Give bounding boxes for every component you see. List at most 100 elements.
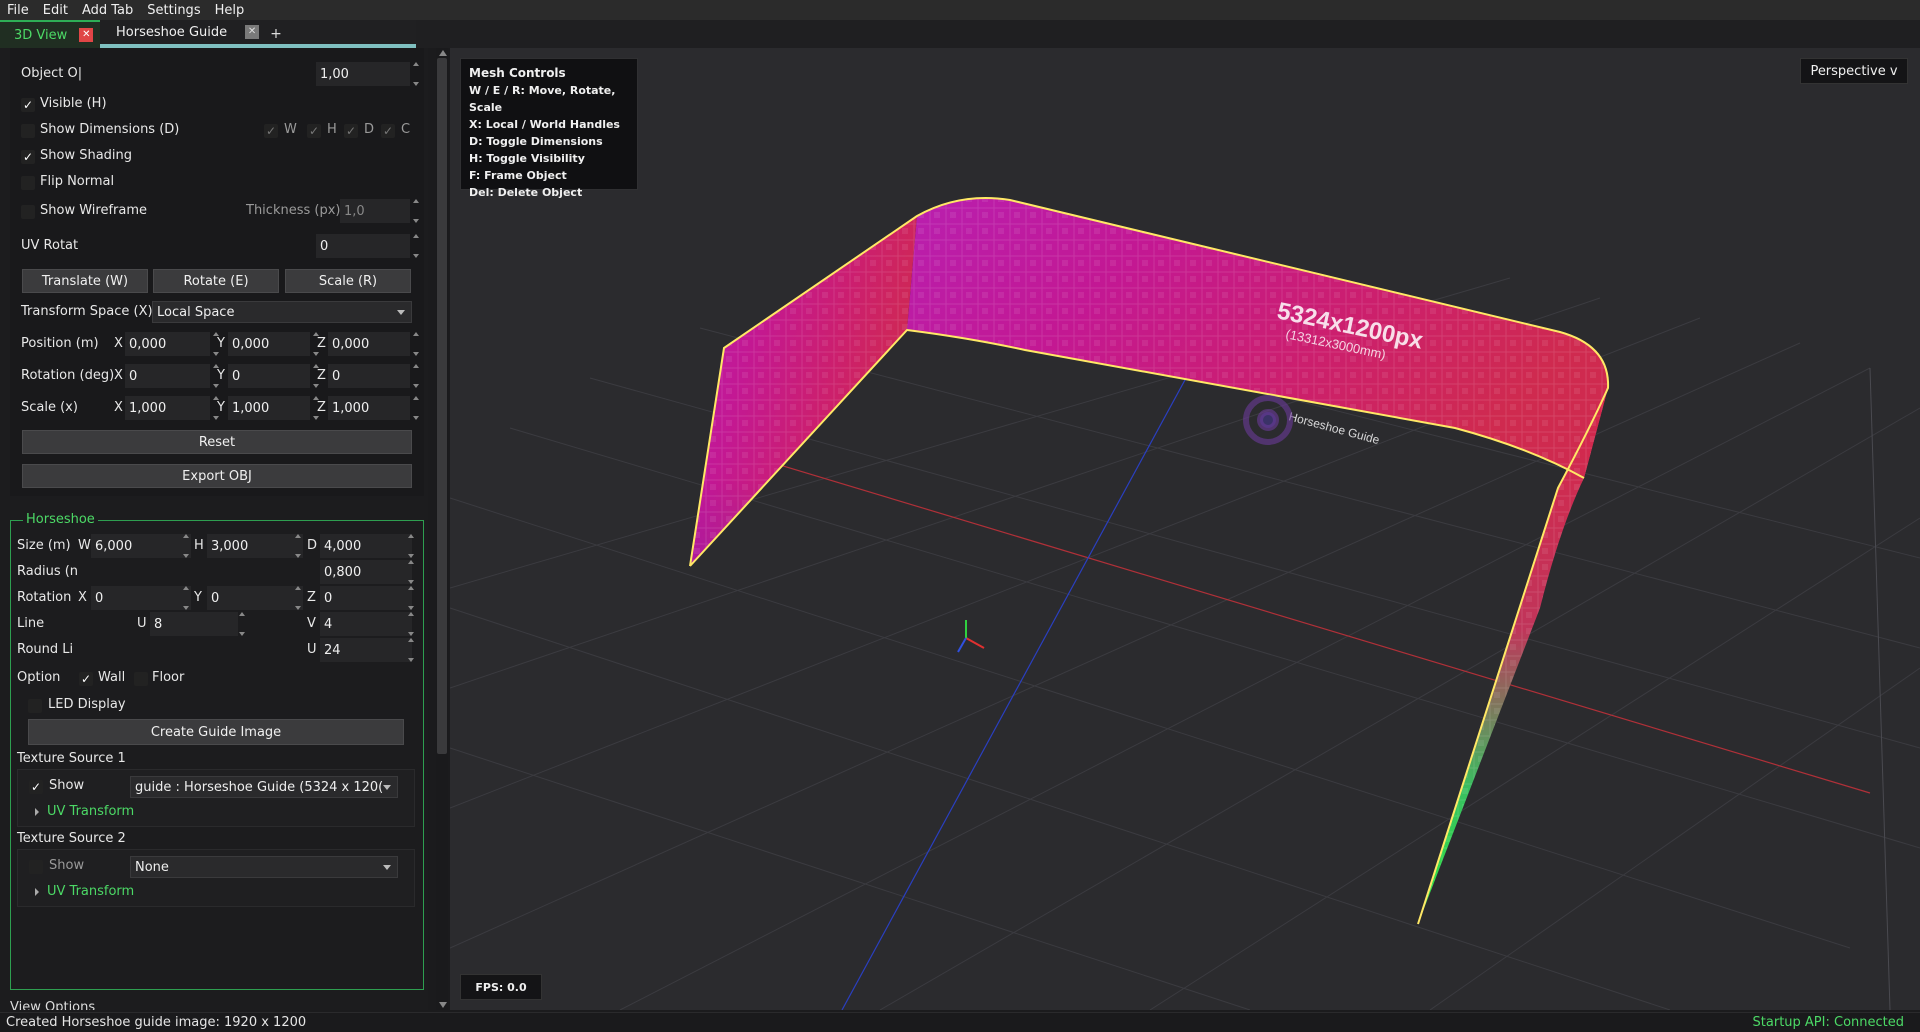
position-label: Position (m) bbox=[21, 336, 99, 351]
show-wireframe-checkbox[interactable] bbox=[21, 205, 35, 219]
visible-checkbox[interactable]: ✓ bbox=[21, 98, 35, 112]
line-v-field[interactable]: 4 bbox=[320, 612, 412, 636]
dim-c-checkbox[interactable]: ✓ bbox=[381, 124, 395, 138]
status-message: Created Horseshoe guide image: 1920 x 12… bbox=[6, 1015, 307, 1030]
close-icon[interactable]: ✕ bbox=[79, 28, 94, 42]
flip-normal-checkbox[interactable] bbox=[21, 176, 35, 190]
spinner[interactable] bbox=[408, 560, 414, 584]
dim-d-checkbox[interactable]: ✓ bbox=[344, 124, 358, 138]
spinner[interactable] bbox=[408, 612, 414, 636]
rotation-y-field[interactable]: 0 bbox=[228, 364, 310, 388]
position-y-field[interactable]: 0,000 bbox=[228, 332, 310, 356]
spinner[interactable] bbox=[413, 396, 419, 420]
spinner[interactable] bbox=[413, 234, 419, 258]
reset-button[interactable]: Reset bbox=[22, 430, 412, 454]
position-z-field[interactable]: 0,000 bbox=[328, 332, 410, 356]
thickness-field[interactable]: 1,0 bbox=[340, 199, 410, 223]
position-x-field[interactable]: 0,000 bbox=[125, 332, 210, 356]
api-status: Startup API: Connected bbox=[1752, 1015, 1904, 1030]
scroll-thumb[interactable] bbox=[437, 58, 447, 754]
floor-checkbox[interactable] bbox=[134, 672, 148, 686]
spinner[interactable] bbox=[413, 364, 419, 388]
radius-field[interactable]: 0,800 bbox=[320, 560, 412, 584]
size-h-field[interactable]: 3,000 bbox=[207, 534, 303, 558]
hs-rot-x-field[interactable]: 0 bbox=[91, 586, 191, 610]
tex1-source-dropdown[interactable]: guide : Horseshoe Guide (5324 x 120( bbox=[130, 776, 398, 798]
menu-edit[interactable]: Edit bbox=[36, 3, 75, 18]
rotate-button[interactable]: Rotate (E) bbox=[153, 269, 279, 293]
size-label: Size (m) bbox=[17, 538, 71, 553]
floor-grid-border bbox=[1869, 367, 1891, 1010]
size-d-field[interactable]: 4,000 bbox=[320, 534, 412, 558]
round-u-field[interactable]: 24 bbox=[320, 638, 412, 662]
spinner[interactable] bbox=[413, 62, 419, 86]
uv-transform-toggle[interactable]: UV Transform bbox=[35, 884, 134, 899]
spinner[interactable] bbox=[183, 534, 189, 558]
dim-w-checkbox[interactable]: ✓ bbox=[264, 124, 278, 138]
line-u-field[interactable]: 8 bbox=[150, 612, 238, 636]
show-shading-checkbox[interactable]: ✓ bbox=[21, 150, 35, 164]
scroll-down-icon[interactable] bbox=[439, 1002, 447, 1008]
scale-button[interactable]: Scale (R) bbox=[285, 269, 411, 293]
spinner[interactable] bbox=[413, 332, 419, 356]
view-options-header[interactable]: View Options bbox=[10, 1000, 95, 1010]
projection-dropdown[interactable]: Perspective v bbox=[1800, 58, 1908, 84]
rotation-z-field[interactable]: 0 bbox=[328, 364, 410, 388]
tab-horseshoe-guide-label: Horseshoe Guide bbox=[116, 24, 228, 40]
tex1-show-checkbox[interactable]: ✓ bbox=[29, 780, 43, 794]
scene-canvas[interactable]: 5324x1200px (13312x3000mm) Horseshoe Gui… bbox=[450, 48, 1920, 1010]
position-z-label: Z bbox=[317, 336, 326, 351]
scale-z-field[interactable]: 1,000 bbox=[328, 396, 410, 420]
wall-checkbox[interactable]: ✓ bbox=[79, 672, 93, 686]
size-h-label: H bbox=[194, 538, 204, 553]
menu-add-tab[interactable]: Add Tab bbox=[75, 3, 140, 18]
add-tab-button[interactable]: + bbox=[266, 20, 286, 48]
spinner[interactable] bbox=[183, 586, 189, 610]
hs-rot-z-field[interactable]: 0 bbox=[320, 586, 412, 610]
transform-gizmo[interactable] bbox=[957, 620, 985, 653]
hs-rot-z-label: Z bbox=[307, 590, 316, 605]
create-guide-image-button[interactable]: Create Guide Image bbox=[28, 719, 404, 745]
menu-file[interactable]: File bbox=[0, 3, 36, 18]
spinner[interactable] bbox=[413, 199, 419, 223]
scale-y-field[interactable]: 1,000 bbox=[228, 396, 310, 420]
spinner[interactable] bbox=[408, 638, 414, 662]
line-u-label: U bbox=[137, 616, 147, 631]
tex2-source-dropdown[interactable]: None bbox=[130, 856, 398, 878]
spinner[interactable] bbox=[239, 612, 245, 636]
show-dimensions-checkbox[interactable] bbox=[21, 124, 35, 138]
translate-button[interactable]: Translate (W) bbox=[22, 269, 148, 293]
spinner[interactable] bbox=[295, 534, 301, 558]
hs-rot-y-field[interactable]: 0 bbox=[207, 586, 303, 610]
hs-rot-y-label: Y bbox=[194, 590, 202, 605]
transform-space-label: Transform Space (X) bbox=[21, 304, 153, 319]
spinner[interactable] bbox=[408, 534, 414, 558]
hs-rotation-label: Rotation bbox=[17, 590, 72, 605]
size-w-field[interactable]: 6,000 bbox=[91, 534, 191, 558]
tab-3d-view[interactable]: 3D View ✕ bbox=[0, 20, 100, 48]
object-opacity-label: Object O| bbox=[21, 66, 83, 81]
3d-viewport[interactable]: 5324x1200px (13312x3000mm) Horseshoe Gui… bbox=[450, 48, 1920, 1010]
led-display-checkbox[interactable] bbox=[28, 699, 42, 713]
spinner[interactable] bbox=[408, 586, 414, 610]
panel-scrollbar[interactable] bbox=[436, 48, 448, 1010]
chevron-down-icon bbox=[383, 865, 391, 870]
spinner[interactable] bbox=[295, 586, 301, 610]
tex2-show-label: Show bbox=[49, 858, 85, 873]
menu-settings[interactable]: Settings bbox=[140, 3, 207, 18]
tab-horseshoe-guide[interactable]: Horseshoe Guide ✕ bbox=[100, 20, 416, 48]
rotation-x-label: X bbox=[114, 368, 123, 383]
scale-x-field[interactable]: 1,000 bbox=[125, 396, 210, 420]
wall-label: Wall bbox=[98, 670, 126, 685]
uv-transform-toggle[interactable]: UV Transform bbox=[35, 804, 134, 819]
object-opacity-field[interactable]: 1,00 bbox=[316, 62, 410, 86]
tex2-show-checkbox[interactable] bbox=[29, 860, 43, 874]
uv-rotate-field[interactable]: 0 bbox=[316, 234, 410, 258]
menu-help[interactable]: Help bbox=[208, 3, 252, 18]
scroll-up-icon[interactable] bbox=[439, 50, 447, 56]
rotation-x-field[interactable]: 0 bbox=[125, 364, 210, 388]
dim-h-checkbox[interactable]: ✓ bbox=[307, 124, 321, 138]
export-obj-button[interactable]: Export OBJ bbox=[22, 464, 412, 488]
transform-space-dropdown[interactable]: Local Space bbox=[152, 301, 412, 323]
close-icon[interactable]: ✕ bbox=[245, 25, 260, 39]
